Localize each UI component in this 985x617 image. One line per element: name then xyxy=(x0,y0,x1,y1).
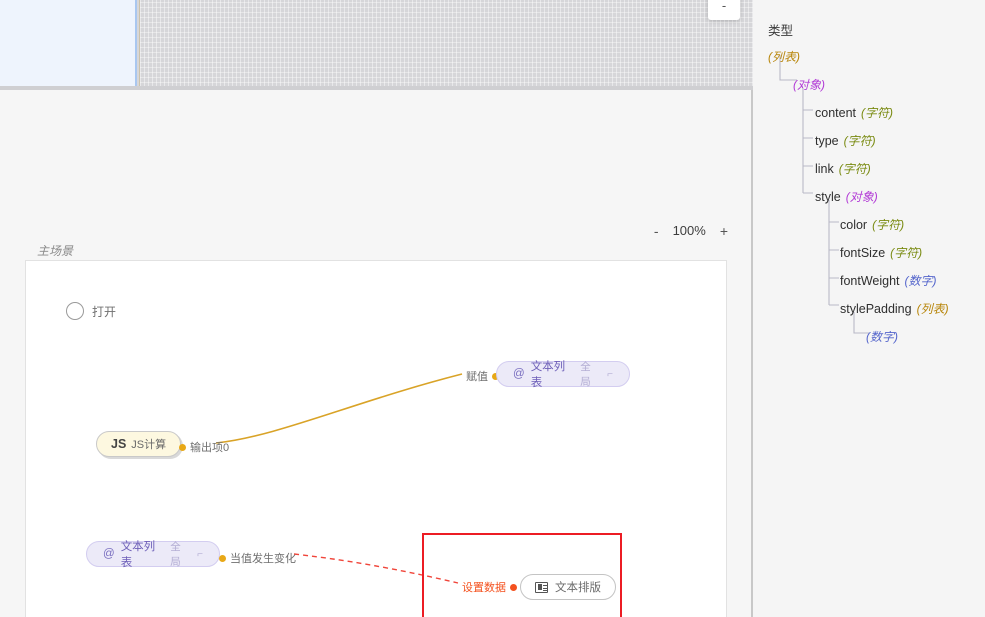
tree-row-type: (字符) xyxy=(890,246,923,260)
node-variable-scope: 全局 xyxy=(580,361,591,388)
tree-row-key: fontWeight xyxy=(840,274,900,288)
at-icon: @ xyxy=(103,548,115,560)
tree-row-type: (对象) xyxy=(793,78,825,92)
top-blue-panel xyxy=(0,0,137,86)
node-js-label: JS计算 xyxy=(131,439,167,451)
tree-row[interactable]: type (字符) xyxy=(815,132,876,149)
port-dot-icon xyxy=(179,443,186,451)
tree-row-key: stylePadding xyxy=(840,302,912,316)
tree-row-key: type xyxy=(815,134,839,148)
node-js-compute[interactable]: JS JS计算 xyxy=(96,431,182,457)
at-icon: @ xyxy=(513,368,525,380)
tree-row-key: color xyxy=(840,218,868,232)
tree-row-type: (数字) xyxy=(904,274,937,288)
flow-canvas[interactable]: 打开 JS JS计算 输出项0 赋值 @ 文本列表 全局 ⌐ @ 文本列表 全局… xyxy=(25,260,727,617)
top-texture-area xyxy=(140,0,753,88)
port-on-change[interactable]: 当值发生变化 xyxy=(219,550,296,566)
tree-row[interactable]: (列表) xyxy=(768,48,800,65)
corner-icon: ⌐ xyxy=(197,548,203,560)
tree-row-type: (列表) xyxy=(768,50,800,64)
tree-row[interactable]: (对象) xyxy=(793,76,825,93)
tree-row-type: (字符) xyxy=(872,218,905,232)
zoom-in-button[interactable]: + xyxy=(720,224,728,238)
port-set-data[interactable]: 设置数据 xyxy=(462,579,517,595)
edge-assign xyxy=(215,373,463,444)
tree-row-type: (字符) xyxy=(843,134,876,148)
node-variable-name: 文本列表 xyxy=(120,541,156,569)
minus-icon: - xyxy=(721,0,727,13)
zoom-out-button[interactable]: - xyxy=(654,224,659,238)
node-variable-name: 文本列表 xyxy=(530,361,566,389)
app-root: - 文字内容 样式 - 100% + 主场景 xyxy=(0,0,985,617)
node-variable-text-list-2[interactable]: @ 文本列表 全局 ⌐ xyxy=(86,541,220,569)
node-toggle-label: 打开 xyxy=(92,304,117,319)
workspace: - 100% + 主场景 打开 JS JS计算 输出项0 赋值 @ 文本列表 全… xyxy=(0,90,753,617)
corner-icon: ⌐ xyxy=(607,368,613,380)
tree-row[interactable]: fontWeight (数字) xyxy=(840,272,937,289)
node-text-layout[interactable]: 文本排版 xyxy=(520,574,616,600)
zoom-controls: - 100% + xyxy=(654,223,728,238)
tree-row-key: style xyxy=(815,190,841,204)
tree-row-type: (对象) xyxy=(845,190,878,204)
type-tree-panel: 类型 (列表) (对象) content (字符) type (字符) link (字符) st… xyxy=(753,0,985,617)
zoom-level-label: 100% xyxy=(672,223,706,238)
tree-row[interactable]: fontSize (字符) xyxy=(840,244,922,261)
tree-row-type: (字符) xyxy=(861,106,894,120)
text-layout-icon xyxy=(535,581,548,593)
port-assign[interactable]: 赋值 xyxy=(466,368,499,384)
node-variable-text-list-1[interactable]: @ 文本列表 全局 ⌐ xyxy=(496,361,630,389)
port-dot-icon xyxy=(219,554,226,562)
top-minus-button[interactable]: - xyxy=(708,0,740,20)
port-set-data-label: 设置数据 xyxy=(462,582,506,594)
js-badge-icon: JS xyxy=(111,437,127,451)
port-assign-label: 赋值 xyxy=(466,371,488,383)
tree-row[interactable]: color (字符) xyxy=(840,216,904,233)
scene-title: 主场景 xyxy=(37,244,74,258)
port-on-change-label: 当值发生变化 xyxy=(230,553,296,565)
tree-row-key: link xyxy=(815,162,834,176)
tree-row-type: (列表) xyxy=(916,302,949,316)
tree-row-key: fontSize xyxy=(840,246,886,260)
node-text-layout-label: 文本排版 xyxy=(555,582,601,594)
node-variable-scope: 全局 xyxy=(170,541,181,568)
port-output-0[interactable]: 输出项0 xyxy=(179,439,229,455)
port-dot-icon xyxy=(510,583,517,591)
node-toggle-open[interactable]: 打开 xyxy=(66,302,116,320)
tree-row[interactable]: stylePadding (列表) xyxy=(840,300,949,317)
tree-row-type: (数字) xyxy=(866,330,898,344)
port-output-0-label: 输出项0 xyxy=(190,442,230,454)
tree-row[interactable]: link (字符) xyxy=(815,160,871,177)
circle-icon xyxy=(66,302,84,320)
tree-row[interactable]: (数字) xyxy=(866,328,898,345)
tree-row-type: (字符) xyxy=(838,162,871,176)
tree-row[interactable]: content (字符) xyxy=(815,104,893,121)
tree-row[interactable]: style (对象) xyxy=(815,188,878,205)
tree-row-key: content xyxy=(815,106,857,120)
